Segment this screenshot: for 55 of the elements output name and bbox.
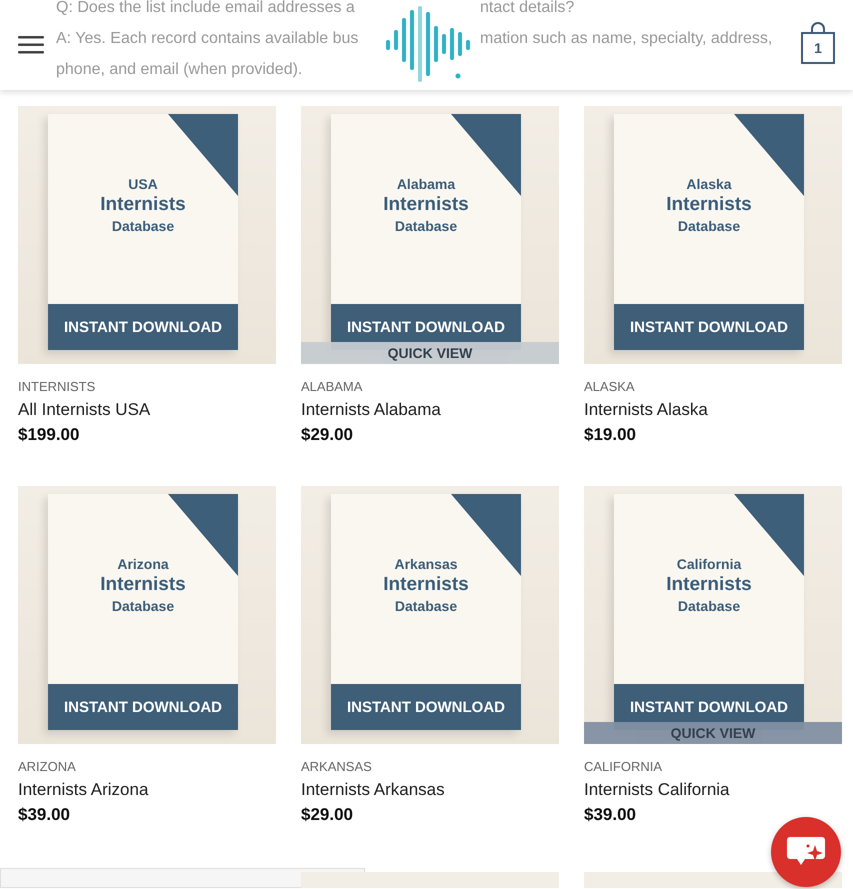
- cover-subtitle: Database: [112, 598, 174, 614]
- menu-icon[interactable]: [18, 36, 44, 54]
- cover-subtitle: Database: [394, 218, 458, 234]
- product-price: $199.00: [18, 425, 80, 445]
- product-category[interactable]: ALABAMA: [301, 379, 559, 394]
- cover-region: Alaska: [686, 176, 732, 192]
- faq-text: A: Yes. Each record contains available bus: [56, 29, 360, 49]
- instant-download-banner: INSTANT DOWNLOAD: [614, 304, 804, 350]
- product-price: $39.00: [584, 805, 637, 825]
- product-category[interactable]: CALIFORNIA: [584, 759, 842, 774]
- cover-title: Internists: [100, 574, 186, 596]
- faq-text: mation such as name, specialty, address,: [480, 29, 774, 49]
- product-title[interactable]: Internists Alabama: [301, 400, 559, 420]
- product-image[interactable]: Alabama Internists Database INSTANT DOWNLOAD QUICK VIEW: [301, 106, 559, 364]
- faq-text: Q: Does the list include email addresses a: [56, 0, 356, 18]
- cover-title: Internists: [100, 194, 186, 216]
- cover-region: Arkansas: [394, 556, 458, 572]
- instant-download-banner: INSTANT DOWNLOAD: [331, 684, 521, 730]
- product-title[interactable]: All Internists USA: [18, 400, 276, 420]
- cover-title: Internists: [383, 194, 469, 216]
- cover-subtitle: Database: [112, 218, 174, 234]
- product-image[interactable]: Alaska Internists Database INSTANT DOWNLOAD: [584, 106, 842, 364]
- product-image[interactable]: Arizona Internists Database INSTANT DOWNLOAD: [18, 486, 276, 744]
- cover-title: Internists: [666, 574, 752, 596]
- product-category[interactable]: ARIZONA: [18, 759, 276, 774]
- quick-view-button[interactable]: QUICK VIEW: [301, 342, 559, 364]
- product-price: $29.00: [301, 425, 354, 445]
- product-image[interactable]: California Internists Database INSTANT DOWNLOAD QUICK VIEW: [584, 486, 842, 744]
- product-category[interactable]: ARKANSAS: [301, 759, 559, 774]
- cover-subtitle: Database: [678, 598, 740, 614]
- product-price: $29.00: [301, 805, 354, 825]
- product-category[interactable]: ALASKA: [584, 379, 842, 394]
- cover-region: Alabama: [396, 176, 456, 192]
- product-category[interactable]: INTERNISTS: [18, 379, 276, 394]
- product-price: $19.00: [584, 425, 637, 445]
- product-price: $39.00: [18, 805, 71, 825]
- cover-title: Internists: [383, 574, 469, 596]
- cover-region: California: [676, 556, 742, 572]
- product-title[interactable]: Internists Arizona: [18, 780, 276, 800]
- bag-handle-icon: [810, 22, 826, 33]
- cover-title: Internists: [666, 194, 752, 216]
- chat-button[interactable]: [771, 817, 841, 887]
- cover-region: USA: [128, 176, 158, 192]
- instant-download-banner: INSTANT DOWNLOAD: [48, 684, 238, 730]
- product-title[interactable]: Internists Alaska: [584, 400, 842, 420]
- cover-subtitle: Database: [394, 598, 458, 614]
- faq-text: phone, and email (when provided).: [56, 60, 304, 80]
- faq-text: ntact details?: [480, 0, 576, 18]
- product-title[interactable]: Internists California: [584, 780, 842, 800]
- product-title[interactable]: Internists Arkansas: [301, 780, 559, 800]
- product-image[interactable]: USA Internists Database INSTANT DOWNLOAD: [18, 106, 276, 364]
- cover-subtitle: Database: [678, 218, 740, 234]
- instant-download-banner: INSTANT DOWNLOAD: [48, 304, 238, 350]
- cover-region: Arizona: [117, 556, 169, 572]
- product-image[interactable]: Arkansas Internists Database INSTANT DOWNLOAD: [301, 486, 559, 744]
